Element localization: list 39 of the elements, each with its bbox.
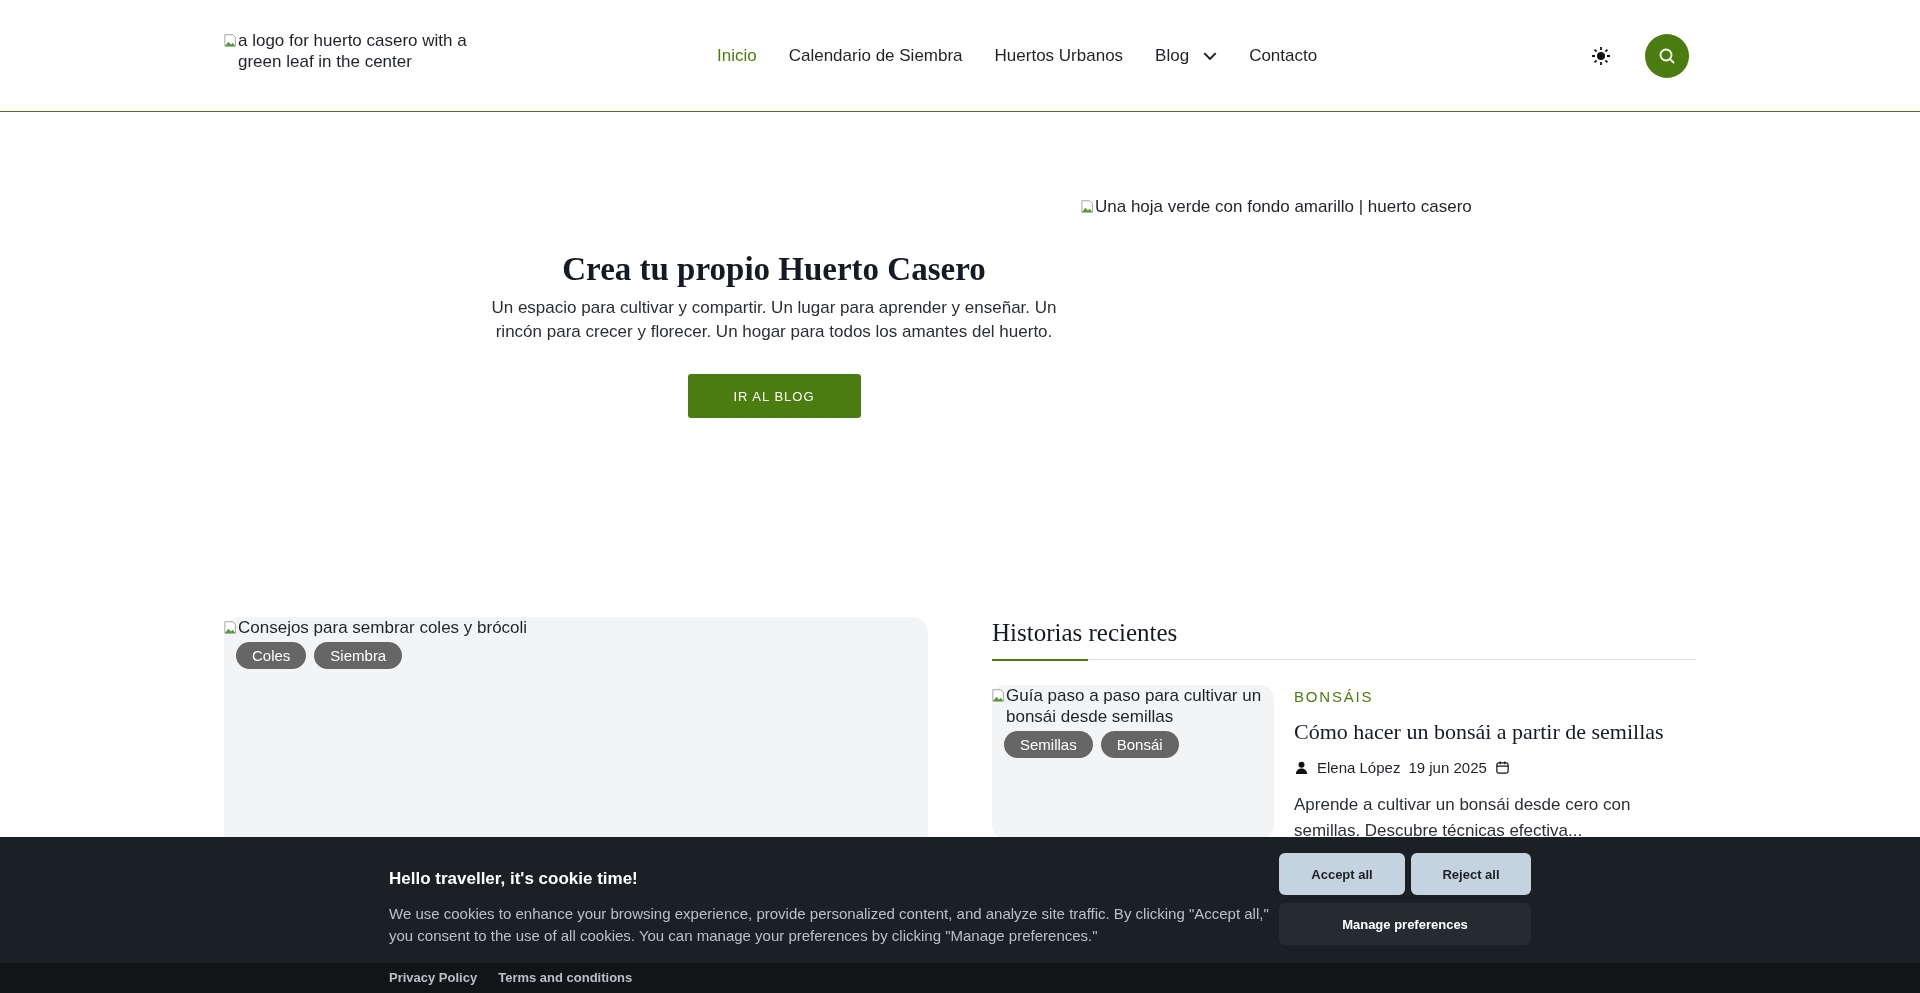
broken-image-icon: [224, 619, 238, 635]
nav-link[interactable]: Inicio: [717, 45, 757, 66]
cookie-button[interactable]: Reject all: [1411, 853, 1531, 895]
image-alt-text: Una hoja verde con fondo amarillo | huerto casero: [1095, 196, 1472, 217]
post-image-placeholder[interactable]: Guía paso a paso para cultivar un bonsái desde semillas Semillas Bonsái: [992, 685, 1274, 839]
tag[interactable]: Semillas: [1004, 731, 1093, 758]
nav-link[interactable]: Huertos Urbanos: [994, 45, 1124, 66]
section-heading: Historias recientes: [992, 619, 1179, 647]
post-author: Elena López: [1317, 759, 1401, 776]
search-button[interactable]: [1645, 33, 1689, 78]
cookie-title: Hello traveller, it's cookie time!: [389, 869, 639, 889]
image-alt-text: Consejos para sembrar coles y brócoli: [238, 617, 528, 638]
post-date: 19 jun 2025: [1408, 759, 1487, 776]
post-excerpt: Aprende a cultivar un bonsái desde cero con semillas. Descubre técnicas efectiva...: [1294, 794, 1632, 842]
nav-link[interactable]: Blog: [1155, 45, 1218, 66]
nav-link[interactable]: Calendario de Siembra: [788, 45, 963, 66]
post-category[interactable]: BONSÁIS: [1294, 688, 1694, 705]
nav-link[interactable]: Contacto: [1249, 45, 1318, 66]
footer-link[interactable]: Privacy Policy: [389, 963, 478, 993]
preferences-button[interactable]: Manage preferences: [1279, 903, 1531, 945]
broken-image-icon: [992, 687, 1006, 703]
caret-icon: [1203, 51, 1218, 60]
logo-alt-text[interactable]: a logo for huerto casero with a green leaf in the center: [238, 30, 474, 72]
broken-image-icon: [224, 32, 238, 48]
calendar-icon: [1494, 760, 1510, 775]
cookie-text: We use cookies to enhance your browsing experience, provide personalized content, and analyze site traffic. By clicking "Accept all," you consent to the use of all cookies. You can manage your preferences by clicking "Manage preferences.": [389, 904, 1269, 946]
tag[interactable]: Siembra: [314, 642, 403, 669]
sun-icon[interactable]: [1591, 45, 1611, 66]
hero-text: Un espacio para cultivar y compartir. Un lugar para aprender y enseñar. Un rincón para crecer y florecer. Un hogar para todos los amantes del huerto.: [490, 297, 1058, 343]
tag[interactable]: Coles: [236, 642, 307, 669]
blog-button[interactable]: IR AL BLOG: [687, 374, 861, 418]
hero-title: Crea tu propio Huerto Casero: [562, 251, 986, 288]
person-icon: [1294, 760, 1309, 775]
image-alt-text: Guía paso a paso para cultivar un bonsái desde semillas: [1006, 685, 1263, 727]
post-title[interactable]: Cómo hacer un bonsái a partir de semillas: [1294, 719, 1694, 745]
tag[interactable]: Bonsái: [1100, 731, 1179, 758]
cookie-button[interactable]: Accept all: [1279, 853, 1405, 895]
footer-link[interactable]: Terms and conditions: [498, 963, 633, 993]
broken-image-icon: [1081, 198, 1095, 214]
